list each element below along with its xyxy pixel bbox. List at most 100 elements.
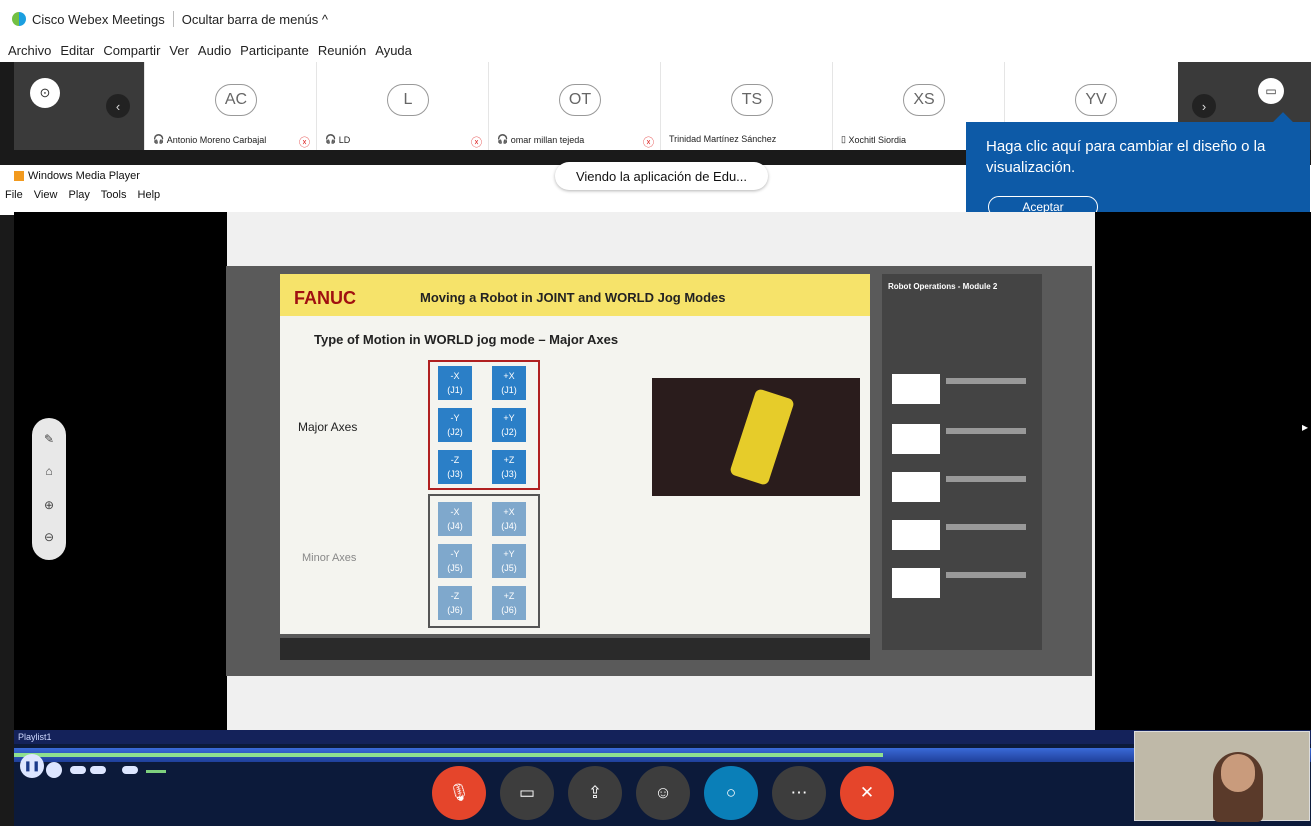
volume-slider[interactable] bbox=[146, 770, 166, 773]
key-minus-x: -X (J1) bbox=[438, 366, 472, 400]
key-plus-x: +X (J1) bbox=[492, 366, 526, 400]
menu-editar[interactable]: Editar bbox=[60, 43, 94, 58]
mute-icon[interactable] bbox=[122, 766, 138, 774]
hide-menu-button[interactable]: Ocultar barra de menús ^ bbox=[182, 12, 328, 27]
playlist-strip: Playlist1 bbox=[14, 730, 1311, 744]
robot-arm bbox=[729, 388, 795, 486]
key-label: -Z bbox=[450, 455, 460, 465]
key-label: +Z bbox=[503, 455, 515, 465]
menu-bar: Archivo Editar Compartir Ver Audio Parti… bbox=[0, 38, 1311, 62]
webex-logo-icon bbox=[12, 12, 26, 26]
thumbnail bbox=[892, 568, 940, 598]
menu-participante[interactable]: Participante bbox=[240, 43, 309, 58]
slide-subtitle: Type of Motion in WORLD jog mode – Major… bbox=[314, 332, 619, 347]
app-title: Cisco Webex Meetings bbox=[32, 11, 165, 27]
mic-muted-button-icon[interactable]: 🎙 bbox=[432, 766, 486, 820]
prev-arrow-icon[interactable]: ‹ bbox=[106, 94, 130, 118]
wmp-menu-play[interactable]: Play bbox=[69, 189, 90, 201]
share-icon[interactable]: ⇪ bbox=[568, 766, 622, 820]
avatar: XS bbox=[903, 84, 945, 116]
fanuc-logo: FANUC bbox=[294, 288, 356, 308]
remote-control-icon[interactable]: ⌂ bbox=[32, 464, 66, 478]
slide-main: FANUC Moving a Robot in JOINT and WORLD … bbox=[280, 274, 870, 634]
mic-muted-icon: ⓧ bbox=[643, 137, 654, 149]
thumbnail-caption bbox=[946, 476, 1026, 482]
webex-window: Cisco Webex Meetings Ocultar barra de me… bbox=[0, 0, 1311, 826]
participant-tile[interactable]: TS Trinidad Martínez Sánchez bbox=[660, 62, 832, 150]
participant-name: ▯ Xochitl Siordia bbox=[841, 134, 906, 145]
playlist-name[interactable]: Playlist1 bbox=[18, 732, 52, 742]
annotate-icon[interactable]: ✎ bbox=[32, 432, 66, 446]
menu-ver[interactable]: Ver bbox=[169, 43, 189, 58]
seek-bar[interactable] bbox=[14, 748, 1311, 762]
person-face bbox=[1221, 754, 1255, 792]
menu-compartir[interactable]: Compartir bbox=[103, 43, 160, 58]
zoom-out-icon[interactable]: ⊖ bbox=[32, 530, 66, 544]
tooltip-text: Haga clic aquí para cambiar el diseño o … bbox=[986, 138, 1266, 176]
cursor-icon: ▸ bbox=[1302, 420, 1309, 434]
minor-keys-group: -X (J4) +X (J4) -Y (J5) +Y (J5) -Z (J6) +Z (J6… bbox=[428, 494, 540, 628]
participant-name-text: omar millan tejeda bbox=[510, 134, 585, 145]
participant-name-text: LD bbox=[338, 134, 351, 145]
next-arrow-icon[interactable]: › bbox=[1192, 94, 1216, 118]
thumbnail-caption bbox=[946, 572, 1026, 578]
menu-audio[interactable]: Audio bbox=[198, 43, 231, 58]
key-label: -Y bbox=[450, 413, 460, 423]
major-axes-label: Major Axes bbox=[298, 420, 358, 434]
phone-icon: ▯ bbox=[841, 134, 849, 144]
layout-icon[interactable]: ▭ bbox=[1258, 78, 1284, 104]
key-label: -Y bbox=[450, 549, 460, 559]
headset-icon: 🎧 bbox=[325, 134, 339, 144]
participant-tile[interactable]: L 🎧 LD ⓧ bbox=[316, 62, 488, 150]
more-icon[interactable]: ⋯ bbox=[772, 766, 826, 820]
participant-name: 🎧 LD bbox=[325, 134, 350, 145]
wmp-menu-bar: File View Play Tools Help bbox=[5, 189, 168, 201]
slide-video: FANUC Moving a Robot in JOINT and WORLD … bbox=[226, 266, 1092, 676]
key-plus-z: +Z (J3) bbox=[492, 450, 526, 484]
mic-muted-icon: ⓧ bbox=[471, 137, 482, 149]
pause-icon[interactable]: ❚❚ bbox=[20, 754, 44, 778]
slide-sidebar: Robot Operations - Module 2 bbox=[882, 274, 1042, 650]
participant-name-text: Xochitl Siordia bbox=[848, 134, 906, 145]
minor-axes-label: Minor Axes bbox=[302, 552, 357, 564]
wmp-menu-help[interactable]: Help bbox=[138, 189, 161, 201]
zoom-in-icon[interactable]: ⊕ bbox=[32, 498, 66, 512]
self-view-video[interactable] bbox=[1134, 731, 1310, 822]
video-off-icon[interactable]: ▭ bbox=[500, 766, 554, 820]
participants-icon[interactable]: ☺ bbox=[636, 766, 690, 820]
key-joint: (J4) bbox=[501, 521, 517, 531]
viewing-indicator[interactable]: Viendo la aplicación de Edu... bbox=[555, 162, 768, 190]
key-minus-z: -Z (J3) bbox=[438, 450, 472, 484]
key-plus-y-minor: +Y (J5) bbox=[492, 544, 526, 578]
key-label: +Y bbox=[503, 549, 515, 559]
divider bbox=[172, 11, 174, 27]
wmp-menu-view[interactable]: View bbox=[34, 189, 58, 201]
key-joint: (J2) bbox=[447, 427, 463, 437]
participant-name: 🎧 Antonio Moreno Carbajal bbox=[153, 134, 266, 145]
avatar: AC bbox=[215, 84, 257, 116]
previous-icon[interactable] bbox=[70, 766, 86, 774]
wmp-menu-tools[interactable]: Tools bbox=[101, 189, 127, 201]
end-meeting-icon[interactable]: ✕ bbox=[840, 766, 894, 820]
key-minus-y: -Y (J2) bbox=[438, 408, 472, 442]
key-minus-y-minor: -Y (J5) bbox=[438, 544, 472, 578]
wmp-menu-file[interactable]: File bbox=[5, 189, 23, 201]
avatar: TS bbox=[731, 84, 773, 116]
stop-icon[interactable] bbox=[46, 762, 62, 778]
camera-off-icon[interactable]: ⊙ bbox=[30, 78, 60, 108]
key-label: +Z bbox=[503, 591, 515, 601]
headset-icon: 🎧 bbox=[497, 134, 511, 144]
chat-icon[interactable]: ○ bbox=[704, 766, 758, 820]
next-icon[interactable] bbox=[90, 766, 106, 774]
menu-archivo[interactable]: Archivo bbox=[8, 43, 51, 58]
key-label: +X bbox=[503, 371, 515, 381]
avatar: L bbox=[387, 84, 429, 116]
key-plus-x-minor: +X (J4) bbox=[492, 502, 526, 536]
key-joint: (J1) bbox=[447, 385, 463, 395]
key-joint: (J2) bbox=[501, 427, 517, 437]
menu-reunion[interactable]: Reunión bbox=[318, 43, 366, 58]
participant-tile[interactable]: OT 🎧 omar millan tejeda ⓧ bbox=[488, 62, 660, 150]
participant-tile[interactable]: AC 🎧 Antonio Moreno Carbajal ⓧ bbox=[144, 62, 316, 150]
menu-ayuda[interactable]: Ayuda bbox=[375, 43, 412, 58]
wmp-title: Windows Media Player bbox=[14, 170, 140, 182]
